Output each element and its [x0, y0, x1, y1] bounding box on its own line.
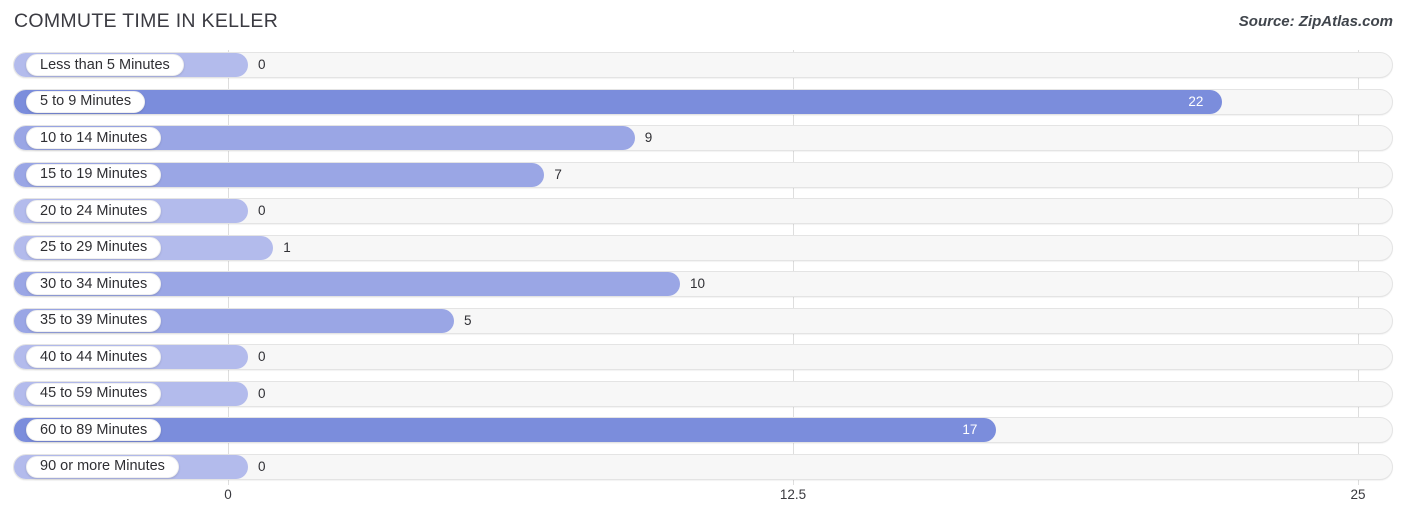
bar-category-label: 45 to 59 Minutes: [40, 385, 148, 402]
bar-value-label: 0: [258, 385, 266, 401]
bar-value-label: 0: [258, 349, 266, 364]
bar-category-pill[interactable]: 25 to 29 Minutes: [26, 236, 162, 259]
bar-row[interactable]: 30 to 34 Minutes 10: [0, 269, 1406, 299]
bar-category-pill[interactable]: 90 or more Minutes: [26, 455, 179, 478]
bar-category-pill[interactable]: Less than 5 Minutes: [26, 54, 184, 76]
bar-row[interactable]: 60 to 89 Minutes 17: [0, 415, 1406, 445]
bar-category-label: 25 to 29 Minutes: [40, 239, 148, 256]
bar-category-pill[interactable]: 60 to 89 Minutes: [26, 419, 162, 441]
bar-category-label: 35 to 39 Minutes: [40, 312, 148, 329]
plot-area: Less than 5 Minutes 0 5 to 9 Minutes 22 10 t…: [0, 50, 1406, 485]
bar-row[interactable]: 25 to 29 Minutes 1: [0, 233, 1406, 263]
bar-value-label: 0: [258, 203, 266, 218]
bar-value-label: 1: [283, 239, 291, 255]
bar-category-label: 10 to 14 Minutes: [40, 129, 148, 146]
bar-value-label: 10: [690, 276, 706, 291]
source-attribution: Source: ZipAtlas.com: [1238, 13, 1393, 30]
x-axis-tick-label: 12.5: [779, 487, 807, 502]
bar-rows: Less than 5 Minutes 0 5 to 9 Minutes 22 10 t…: [0, 50, 1406, 488]
bar-category-label: 60 to 89 Minutes: [40, 421, 148, 438]
bar-value-label: 0: [258, 458, 266, 474]
bar-category-pill[interactable]: 40 to 44 Minutes: [26, 346, 162, 368]
page-title: COMMUTE TIME IN KELLER: [14, 10, 279, 32]
bar-category-label: 15 to 19 Minutes: [40, 166, 148, 183]
commute-time-bar-chart: COMMUTE TIME IN KELLER Source: ZipAtlas.…: [0, 0, 1406, 523]
bar-row[interactable]: 40 to 44 Minutes 0: [0, 342, 1406, 372]
bar-category-label: 20 to 24 Minutes: [40, 202, 148, 219]
x-axis-tick-label: 25: [1350, 487, 1366, 502]
bar-row[interactable]: 35 to 39 Minutes 5: [0, 306, 1406, 336]
bar-value-label: 22: [1188, 93, 1204, 109]
bar-category-pill[interactable]: 20 to 24 Minutes: [26, 200, 162, 222]
bar-row[interactable]: 5 to 9 Minutes 22: [0, 87, 1406, 117]
bar-category-label: 5 to 9 Minutes: [40, 93, 132, 110]
bar-fill: [14, 418, 997, 442]
bar-value-label: 7: [554, 166, 562, 182]
bar-value-label: 9: [644, 130, 653, 145]
bar-category-label: 40 to 44 Minutes: [40, 348, 148, 365]
bar-category-pill[interactable]: 30 to 34 Minutes: [26, 273, 162, 295]
bar-value-label: 5: [464, 312, 472, 328]
bar-category-label: 90 or more Minutes: [40, 458, 165, 475]
bar-category-pill[interactable]: 10 to 14 Minutes: [26, 127, 162, 149]
bar-row[interactable]: 20 to 24 Minutes 0: [0, 196, 1406, 226]
bar-category-label: Less than 5 Minutes: [40, 56, 170, 73]
bar-row[interactable]: 15 to 19 Minutes 7: [0, 160, 1406, 190]
bar-row[interactable]: 10 to 14 Minutes 9: [0, 123, 1406, 153]
bar-row[interactable]: 90 or more Minutes 0: [0, 452, 1406, 482]
bar-category-pill[interactable]: 15 to 19 Minutes: [26, 163, 162, 186]
x-axis: 0 12.5 25: [0, 487, 1406, 513]
bar-value-label: 17: [962, 422, 978, 437]
bar-row[interactable]: 45 to 59 Minutes 0: [0, 379, 1406, 409]
bar-category-pill[interactable]: 5 to 9 Minutes: [26, 90, 146, 113]
bar-category-label: 30 to 34 Minutes: [40, 275, 148, 292]
x-axis-tick-label: 0: [224, 487, 232, 502]
bar-row[interactable]: Less than 5 Minutes 0: [0, 50, 1406, 80]
bar-fill: [14, 89, 1223, 114]
bar-category-pill[interactable]: 35 to 39 Minutes: [26, 309, 162, 332]
bar-value-label: 0: [258, 57, 266, 72]
bar-category-pill[interactable]: 45 to 59 Minutes: [26, 382, 162, 405]
